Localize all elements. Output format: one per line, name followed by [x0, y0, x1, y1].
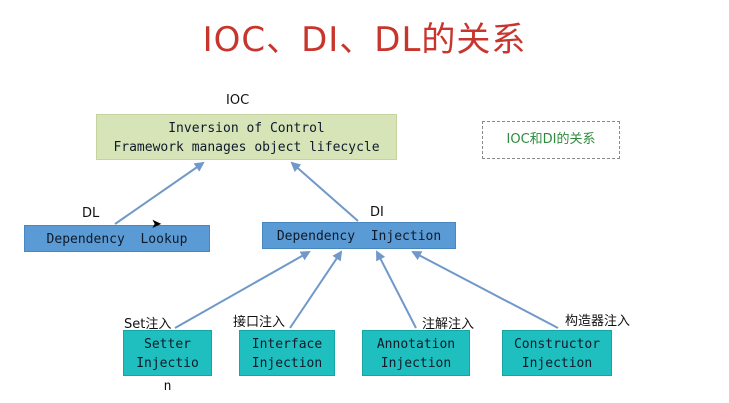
annotation-line1: Annotation	[376, 337, 456, 352]
ioc-label: IOC	[226, 93, 250, 108]
di-label: DI	[370, 205, 384, 220]
arrow-di-to-ioc	[290, 161, 359, 222]
annotation-injection-box: Annotation Injection	[362, 330, 470, 376]
interface-label: 接口注入	[233, 315, 286, 330]
interface-line1: Interface	[251, 337, 323, 352]
mouse-cursor-icon: ➤	[151, 217, 162, 232]
di-box-text: Dependency Injection	[276, 229, 442, 244]
interface-line2: Injection	[251, 356, 323, 371]
constructor-line2: Injection	[521, 356, 593, 371]
dl-label: DL	[82, 206, 100, 221]
constructor-injection-box: Constructor Injection	[502, 330, 612, 376]
arrow-dl-to-ioc	[114, 161, 205, 225]
ioc-box-line2: Framework manages object lifecycle	[113, 140, 380, 155]
constructor-label: 构造器注入	[565, 314, 631, 329]
legend-box: IOC和DI的关系	[482, 121, 620, 159]
setter-injection-box: Setter Injectio n	[123, 330, 212, 396]
ioc-box: Inversion of Control Framework manages o…	[96, 114, 397, 160]
arrow-annotation-to-di	[376, 250, 417, 329]
interface-injection-box: Interface Injection	[239, 330, 335, 376]
di-box: Dependency Injection	[262, 222, 456, 249]
dl-box: Dependency Lookup	[24, 225, 210, 252]
arrow-interface-to-di	[289, 250, 343, 329]
ioc-box-line1: Inversion of Control	[168, 121, 325, 136]
annotation-line2: Injection	[380, 356, 452, 371]
setter-line3: n	[124, 377, 211, 396]
setter-line2: Injectio	[136, 356, 199, 371]
constructor-line1: Constructor	[513, 337, 601, 352]
setter-line1: Setter	[144, 337, 191, 352]
dl-box-text: Dependency Lookup	[46, 232, 188, 247]
